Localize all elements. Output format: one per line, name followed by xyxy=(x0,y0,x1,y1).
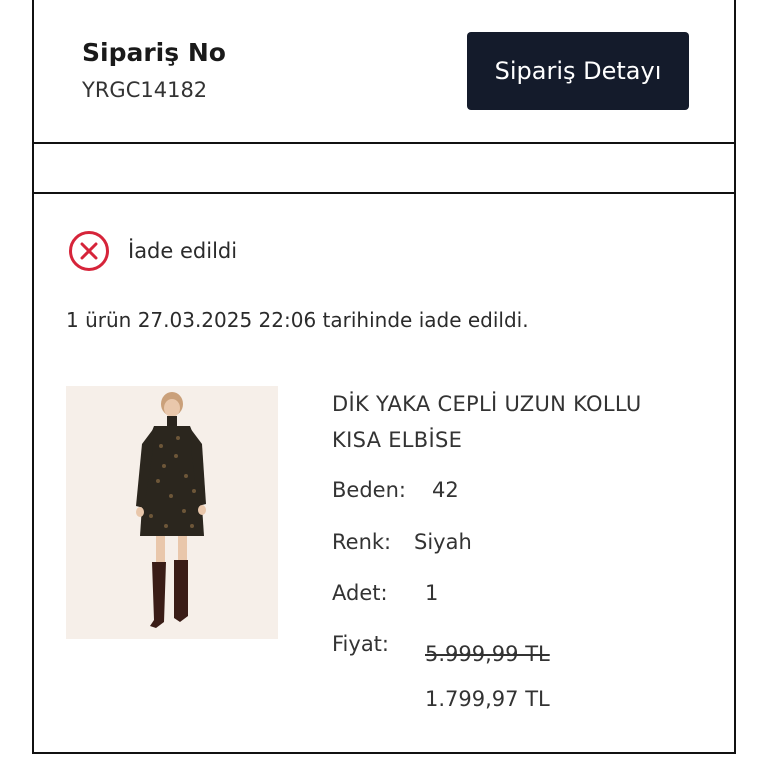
order-header: Sipariş No YRGC14182 Sipariş Detayı xyxy=(34,0,734,144)
return-info-text: 1 ürün 27.03.2025 22:06 tarihinde iade e… xyxy=(66,308,529,332)
quantity-value: 1 xyxy=(425,581,439,605)
quantity-row: Adet: 1 xyxy=(332,581,438,605)
size-value: 42 xyxy=(432,478,459,502)
price-row: Fiyat: 5.999,99 TL xyxy=(332,632,550,666)
section-divider xyxy=(34,144,734,194)
x-circle-icon xyxy=(69,231,109,271)
product-name[interactable]: DİK YAKA CEPLİ UZUN KOLLU KISA ELBİSE xyxy=(332,386,652,458)
new-price: 1.799,97 TL xyxy=(425,687,550,711)
product-image[interactable] xyxy=(66,386,278,639)
color-value: Siyah xyxy=(414,530,472,554)
color-row: Renk: Siyah xyxy=(332,530,472,554)
color-label: Renk: xyxy=(332,530,392,554)
order-detail-button[interactable]: Sipariş Detayı xyxy=(467,32,689,110)
price-label: Fiyat: xyxy=(332,632,389,656)
size-row: Beden: 42 xyxy=(332,478,459,502)
order-number-label: Sipariş No xyxy=(82,38,226,67)
old-price: 5.999,99 TL xyxy=(425,642,550,666)
return-status: İade edildi xyxy=(68,230,237,272)
order-card: Sipariş No YRGC14182 Sipariş Detayı İade… xyxy=(32,0,736,754)
quantity-label: Adet: xyxy=(332,581,388,605)
status-text: İade edildi xyxy=(128,239,238,263)
size-label: Beden: xyxy=(332,478,406,502)
order-number-value: YRGC14182 xyxy=(82,78,208,102)
dress-model-illustration xyxy=(66,386,278,639)
